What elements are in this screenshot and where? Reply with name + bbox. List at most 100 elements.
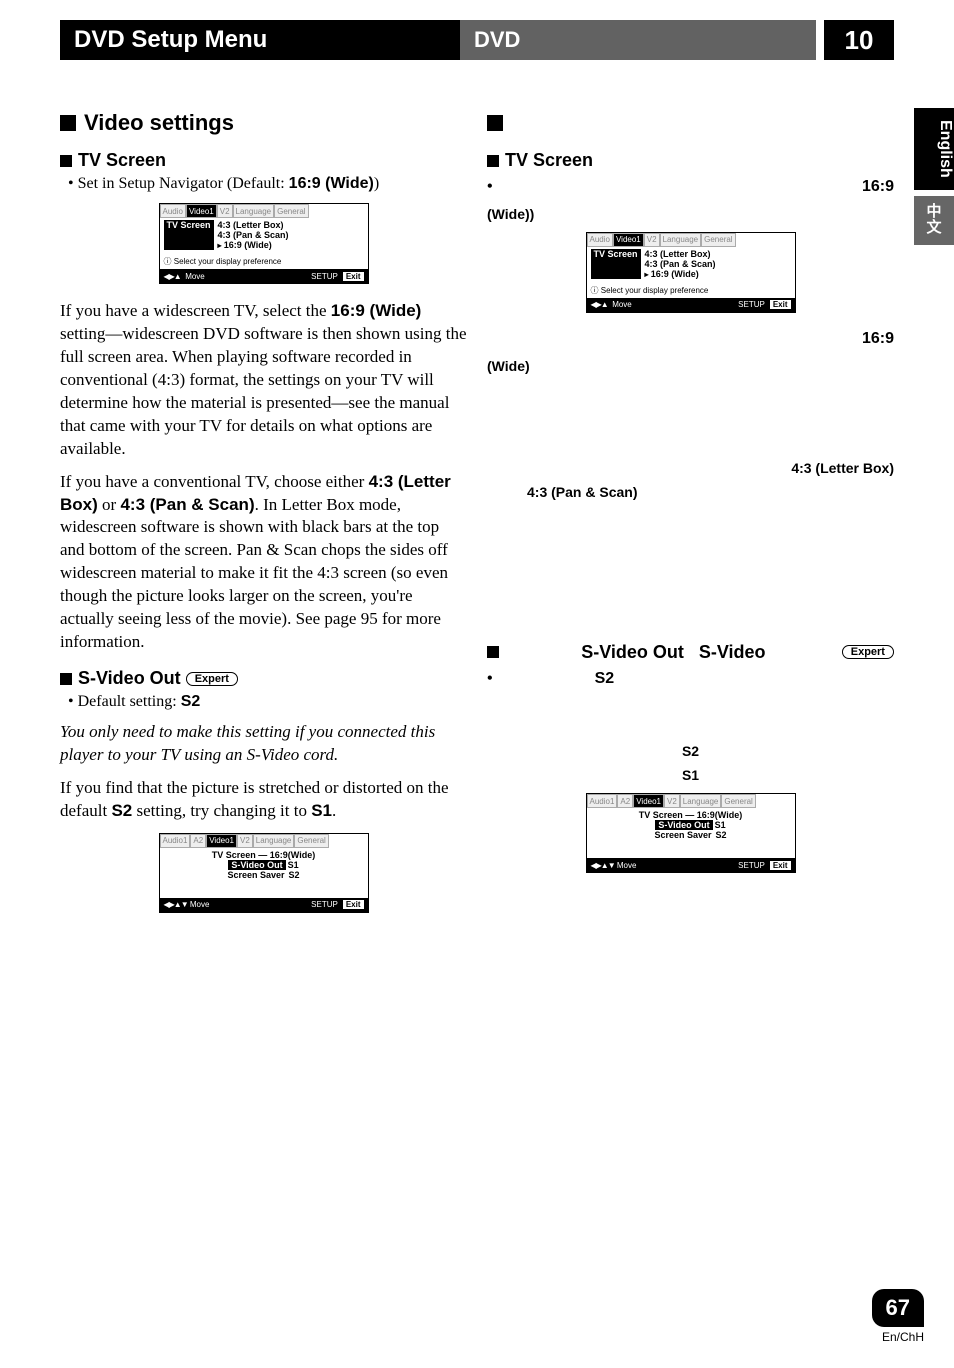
osd-tab: Audio — [587, 233, 613, 247]
osd-tab: General — [701, 233, 735, 247]
text: • Set in Setup Navigator (Default: — [68, 175, 289, 192]
move-label: Move — [612, 300, 632, 309]
osd-svideo: Audio1 A2 Video1 V2 Language General TV … — [159, 833, 369, 913]
osd-info: Select your display preference — [591, 285, 791, 296]
osd-tab: General — [294, 834, 328, 848]
value: 4:3 (Pan & Scan) — [527, 484, 637, 500]
setup-label: SETUP — [308, 272, 341, 281]
value: 16:9 — [862, 177, 894, 198]
header-title-left: DVD Setup Menu — [60, 20, 460, 60]
setup-label: SETUP — [308, 900, 341, 909]
osd-tab-active: Video1 — [633, 794, 664, 808]
text: . — [332, 801, 336, 820]
osd-tab-active: Video1 — [206, 834, 237, 848]
osd-tab-active: Video1 — [613, 233, 644, 247]
text: setting—widescreen DVD software is then … — [60, 324, 467, 458]
page-number: 67 — [872, 1289, 924, 1327]
bullet: • — [487, 669, 493, 690]
osd-opt: 4:3 (Letter Box) — [216, 220, 291, 230]
text: . In Letter Box mode, widescreen softwar… — [60, 495, 448, 652]
row-169: • 16:9 — [487, 177, 894, 198]
sub-title: S-Video Out — [78, 668, 181, 689]
osd-opt: 4:3 (Letter Box) — [643, 249, 718, 259]
side-language-tabs: English 中 文 — [914, 108, 954, 251]
header-title-mid: DVD — [460, 20, 816, 60]
osd-row-label: S-Video Out — [655, 820, 712, 830]
nav-glyphs: ◀▶▲ — [591, 300, 608, 309]
text: setting, try changing it to — [132, 801, 311, 820]
osd-tvscreen-basic: Audio Video1 V2 Language General TV Scre… — [159, 203, 369, 284]
nav-glyphs: ◀▶▲▼ — [591, 861, 615, 870]
osd-tabs: Audio1 A2 Video1 V2 Language General — [160, 834, 368, 848]
text: ) — [374, 175, 379, 192]
section-title: Video settings — [84, 110, 234, 136]
expert-pill: Expert — [842, 645, 894, 659]
osd-tab-active: Video1 — [186, 204, 217, 218]
default-value: S2 — [181, 693, 201, 710]
osd-tabs: Audio Video1 V2 Language General — [160, 204, 368, 218]
header-chapter-num: 10 — [824, 20, 894, 60]
setup-label: SETUP — [735, 300, 768, 309]
osd-tab: Audio1 — [587, 794, 618, 808]
osd-opt: 4:3 (Pan & Scan) — [216, 230, 291, 240]
text: or — [98, 495, 121, 514]
sub-title: TV Screen — [505, 150, 593, 171]
osd-row-label: TV Screen — [639, 810, 683, 820]
bullet: • — [487, 177, 493, 198]
value: S2 — [682, 743, 699, 759]
osd-row-val: — 16:9(Wide) — [258, 850, 315, 860]
text: If you have a widescreen TV, select the — [60, 301, 331, 320]
osd-svideo-r: Audio1 A2 Video1 V2 Language General TV … — [586, 793, 796, 873]
setup-label: SETUP — [735, 861, 768, 870]
osd-row-label: TV Screen — [212, 850, 256, 860]
expert-pill: Expert — [186, 672, 238, 686]
osd-tab: Audio1 — [160, 834, 191, 848]
subsection-svideo-r: S-Video Out S-Video Expert — [487, 642, 894, 663]
subsection-svideo: S-Video Out Expert — [60, 668, 467, 689]
osd-tvscreen-basic-r: Audio Video1 V2 Language General TV Scre… — [586, 232, 796, 313]
osd-tab: Language — [253, 834, 295, 848]
osd-row-label: Screen Saver — [227, 870, 284, 880]
value: S1 — [682, 767, 699, 783]
osd-row-val-selected: S2 — [716, 830, 727, 840]
tv-screen-default-line: • Set in Setup Navigator (Default: 16:9 … — [60, 175, 467, 193]
value: 4:3 (Letter Box) — [791, 460, 894, 476]
osd-row-label: TV Screen — [164, 220, 214, 250]
osd-tab: V2 — [217, 204, 233, 218]
osd-row-val: S1 — [288, 860, 299, 870]
svideo-para: If you find that the picture is stretche… — [60, 777, 467, 823]
left-column: Video settings TV Screen • Set in Setup … — [60, 100, 467, 929]
osd-row-val-selected: S2 — [289, 870, 300, 880]
side-tab-english: English — [914, 108, 954, 190]
strong: 4:3 (Pan & Scan) — [120, 495, 254, 514]
move-label: Move — [190, 900, 210, 909]
osd-tab: A2 — [190, 834, 206, 848]
osd-opt-selected: 16:9 (Wide) — [643, 269, 718, 279]
osd-row-val: S1 — [715, 820, 726, 830]
osd-row-label: S-Video Out — [228, 860, 285, 870]
nav-glyphs: ◀▶▲▼ — [164, 900, 188, 909]
page-footer: 67 En/ChH — [872, 1289, 924, 1348]
strong: S2 — [111, 801, 132, 820]
osd-tab: A2 — [617, 794, 633, 808]
text: If you have a conventional TV, choose ei… — [60, 472, 369, 491]
right-column: TV Screen • 16:9 (Wide)) Audio Video1 V2… — [487, 100, 894, 929]
osd-tab: V2 — [237, 834, 253, 848]
para-widescreen: If you have a widescreen TV, select the … — [60, 300, 467, 461]
osd-row-label: Screen Saver — [654, 830, 711, 840]
osd-opt: 4:3 (Pan & Scan) — [643, 259, 718, 269]
exit-label: Exit — [770, 300, 791, 309]
osd-tab: Audio — [160, 204, 186, 218]
osd-row-val: — 16:9(Wide) — [685, 810, 742, 820]
header-bar: DVD Setup Menu DVD 10 — [60, 20, 894, 60]
strong: 16:9 (Wide) — [331, 301, 422, 320]
value: (Wide) — [487, 358, 530, 374]
osd-tab: V2 — [664, 794, 680, 808]
nav-glyphs: ◀▶▲ — [164, 272, 181, 281]
osd-tab: V2 — [644, 233, 660, 247]
osd-tab: Language — [680, 794, 722, 808]
sub-title: S-Video Out S-Video — [581, 642, 765, 663]
side-tab-chinese: 中 文 — [914, 196, 954, 245]
section-video-settings: Video settings — [60, 110, 467, 136]
osd-row-label: TV Screen — [591, 249, 641, 279]
